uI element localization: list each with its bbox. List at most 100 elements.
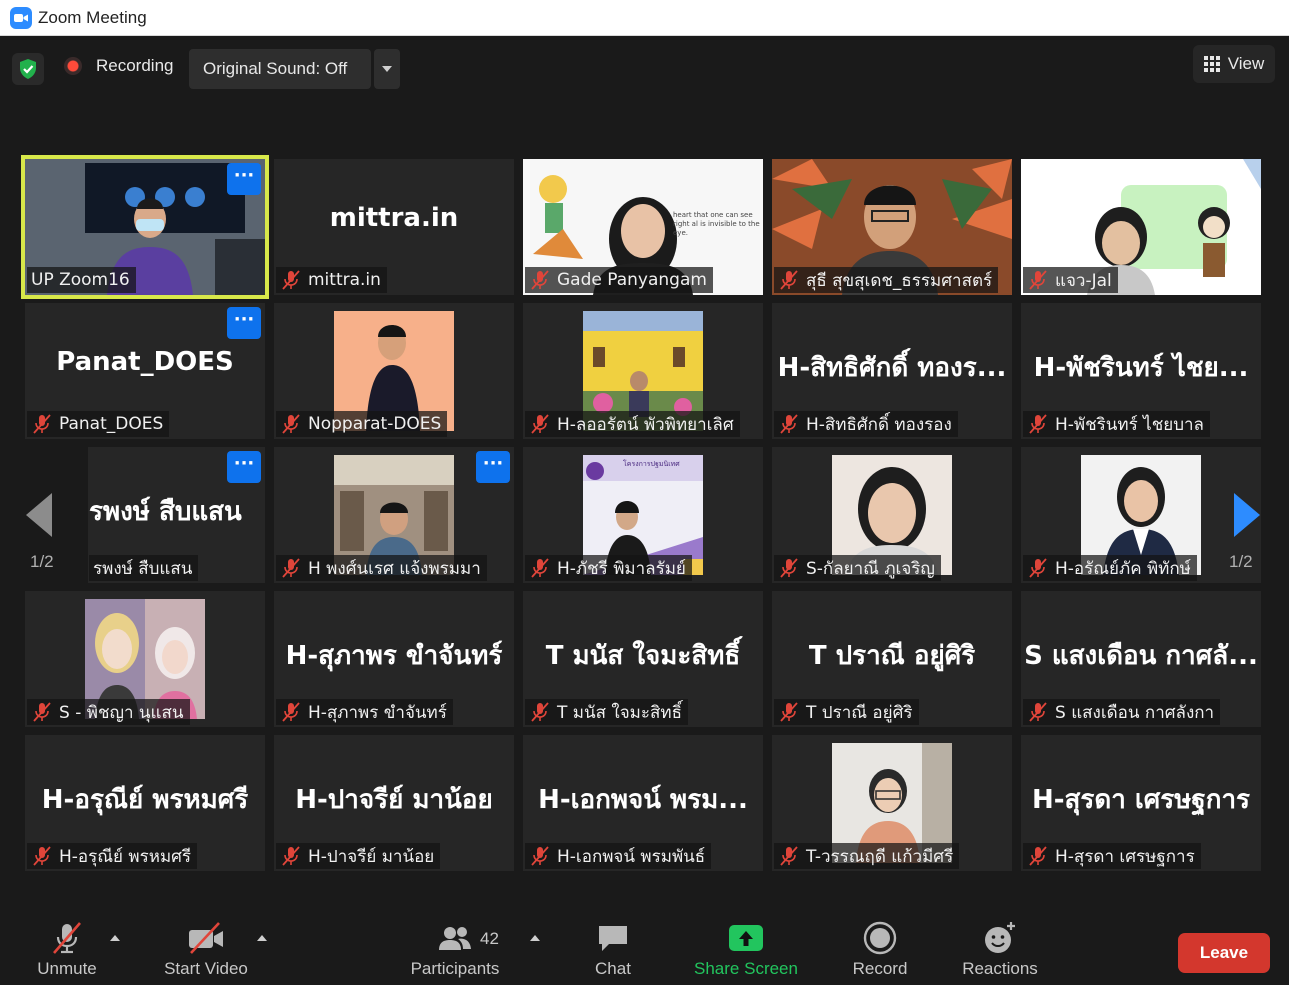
participant-tile[interactable]: H-สุภาพร ขำจันทร์ H-สุภาพร ขำจันทร์ xyxy=(274,591,514,727)
participant-name: S-กัลยาณี ภูเจริญ xyxy=(806,558,935,579)
encryption-shield-icon[interactable] xyxy=(12,53,44,85)
reactions-smiley-icon xyxy=(982,917,1018,959)
unmute-button[interactable]: Unmute xyxy=(30,917,104,985)
participant-name: H-เอกพจน์ พรมพันธ์ xyxy=(557,846,706,867)
participant-nameplate: รพงษ์ สืบแสน xyxy=(89,555,199,581)
share-screen-button[interactable]: Share Screen xyxy=(690,917,802,985)
participant-nameplate: H-อรุณีย์ พรหมศรี xyxy=(27,843,198,869)
participant-display-name: T ปราณี อยู่ศิริ xyxy=(808,641,976,671)
participant-tile[interactable]: H-ปาจรีย์ มาน้อย H-ปาจรีย์ มาน้อย xyxy=(274,735,514,871)
participant-tile[interactable]: mittra.in mittra.in xyxy=(274,159,514,295)
participant-nameplate: H-เอกพจน์ พรมพันธ์ xyxy=(525,843,712,869)
participant-name: T ปราณี อยู่ศิริ xyxy=(806,702,913,723)
participant-tile[interactable]: T มนัส ใจมะสิทธิ์ T มนัส ใจมะสิทธิ์ xyxy=(523,591,763,727)
participant-name: H-สิทธิศักดิ์ ทองรอง xyxy=(806,414,952,435)
meeting-topbar: Recording Original Sound: Off View xyxy=(0,37,1289,107)
participant-name: T มนัส ใจมะสิทธิ์ xyxy=(557,702,682,723)
muted-microphone-icon xyxy=(1027,270,1049,290)
participant-tile[interactable]: S-กัลยาณี ภูเจริญ xyxy=(772,447,1012,583)
reactions-button[interactable]: Reactions xyxy=(957,917,1043,985)
muted-microphone-icon xyxy=(31,846,53,866)
previous-page-arrow-icon[interactable] xyxy=(26,493,52,537)
meeting-toolbar: Unmute Start Video Participants 42 Chat xyxy=(0,917,1289,985)
more-options-icon[interactable]: ··· xyxy=(476,451,510,483)
participant-name: H พงศ์นเรศ แจ้งพรมมา xyxy=(308,558,481,579)
participants-icon xyxy=(435,917,475,959)
participant-name: สุธี สุขสุเดช_ธรรมศาสตร์ xyxy=(806,270,993,291)
participant-tile[interactable]: heart that one can see right al is invis… xyxy=(523,159,763,295)
participant-tile[interactable]: S แสงเดือน กาศลั... S แสงเดือน กาศลังกา xyxy=(1021,591,1261,727)
participant-nameplate: H-พัชรินทร์ ไชยบาล xyxy=(1023,411,1210,437)
original-sound-dropdown[interactable] xyxy=(374,49,400,89)
audio-options-caret-icon[interactable] xyxy=(110,935,120,941)
participant-display-name: S แสงเดือน กาศลั... xyxy=(1024,641,1258,671)
participant-tile[interactable]: S - พิชญา นุแสน xyxy=(25,591,265,727)
muted-microphone-icon xyxy=(778,414,800,434)
participant-name: H-ภัชรี พิมาลรัมย์ xyxy=(557,558,686,579)
participant-tile[interactable]: H-สิทธิศักดิ์ ทองร... H-สิทธิศักดิ์ ทองรอ… xyxy=(772,303,1012,439)
next-page-arrow-icon[interactable] xyxy=(1234,493,1260,537)
muted-microphone-icon xyxy=(1027,558,1049,578)
participant-display-name: H-สุภาพร ขำจันทร์ xyxy=(285,641,503,671)
leave-button[interactable]: Leave xyxy=(1178,933,1270,973)
participant-nameplate: UP Zoom16 xyxy=(27,267,136,293)
participant-tile[interactable]: แจว-Jal xyxy=(1021,159,1261,295)
chat-button[interactable]: Chat xyxy=(588,917,638,985)
recording-indicator[interactable]: Recording xyxy=(64,56,174,76)
participant-tile[interactable]: H-สุรดา เศรษฐการ H-สุรดา เศรษฐการ xyxy=(1021,735,1261,871)
muted-microphone-icon xyxy=(1027,702,1049,722)
participant-tile[interactable]: Nopparat-DOES xyxy=(274,303,514,439)
start-video-button[interactable]: Start Video xyxy=(156,917,256,985)
view-button[interactable]: View xyxy=(1193,45,1275,83)
participant-tile[interactable]: H-อรุณีย์ พรหมศรี H-อรุณีย์ พรหมศรี xyxy=(25,735,265,871)
chat-label: Chat xyxy=(595,959,631,978)
participant-tile[interactable]: H-ลออรัตน์ พัวพิทยาเลิศ xyxy=(523,303,763,439)
participant-tile[interactable]: Panat_DOES Panat_DOES ··· xyxy=(25,303,265,439)
participant-display-name: mittra.in xyxy=(329,203,459,233)
original-sound-button[interactable]: Original Sound: Off xyxy=(189,49,371,89)
participant-nameplate: H-สุภาพร ขำจันทร์ xyxy=(276,699,453,725)
participant-display-name: H-ปาจรีย์ มาน้อย xyxy=(295,785,493,815)
participant-display-name: H-เอกพจน์ พรม... xyxy=(538,785,748,815)
participant-tile[interactable]: UP Zoom16 ··· xyxy=(21,155,269,299)
microphone-muted-icon xyxy=(49,917,85,959)
participant-tile[interactable]: โครงการปฐมนิเทศ H-ภัชรี พิมาลรัมย์ xyxy=(523,447,763,583)
participant-tile[interactable]: H-เอกพจน์ พรม... H-เอกพจน์ พรมพันธ์ xyxy=(523,735,763,871)
muted-microphone-icon xyxy=(778,558,800,578)
participants-options-caret-icon[interactable] xyxy=(530,935,540,941)
muted-microphone-icon xyxy=(778,270,800,290)
participant-name: UP Zoom16 xyxy=(31,270,130,290)
participant-nameplate: สุธี สุขสุเดช_ธรรมศาสตร์ xyxy=(774,267,999,293)
participant-nameplate: S แสงเดือน กาศลังกา xyxy=(1023,699,1221,725)
participant-tile[interactable]: T ปราณี อยู่ศิริ T ปราณี อยู่ศิริ xyxy=(772,591,1012,727)
participant-display-name: H-สิทธิศักดิ์ ทองร... xyxy=(777,353,1007,383)
unmute-label: Unmute xyxy=(37,959,97,978)
muted-microphone-icon xyxy=(280,702,302,722)
more-options-icon[interactable]: ··· xyxy=(227,163,261,195)
participant-display-name: Panat_DOES xyxy=(56,347,234,377)
participant-nameplate: S - พิชญา นุแสน xyxy=(27,699,190,725)
more-options-icon[interactable]: ··· xyxy=(227,451,261,483)
participants-label: Participants xyxy=(410,959,500,978)
participant-tile[interactable]: สุธี สุขสุเดช_ธรรมศาสตร์ xyxy=(772,159,1012,295)
participant-tile[interactable]: H-พัชรินทร์ ไชย... H-พัชรินทร์ ไชยบาล xyxy=(1021,303,1261,439)
participant-nameplate: H-ลออรัตน์ พัวพิทยาเลิศ xyxy=(525,411,740,437)
view-label: View xyxy=(1227,54,1265,73)
participant-nameplate: H-อรัณย์ภัค พิทักษ์ xyxy=(1023,555,1197,581)
more-options-icon[interactable]: ··· xyxy=(227,307,261,339)
participants-button[interactable]: Participants xyxy=(404,917,506,985)
muted-microphone-icon xyxy=(529,846,551,866)
participant-tile[interactable]: H พงศ์นเรศ แจ้งพรมมา ··· xyxy=(274,447,514,583)
muted-microphone-icon xyxy=(1027,414,1049,434)
participant-tile[interactable]: T-วรรณฤดี แก้วมีศรี xyxy=(772,735,1012,871)
record-button[interactable]: Record xyxy=(848,917,912,985)
reactions-label: Reactions xyxy=(962,959,1038,978)
meeting-area: Recording Original Sound: Off View UP Zo… xyxy=(0,37,1289,985)
window-titlebar: Zoom Meeting xyxy=(0,0,1289,36)
participant-nameplate: mittra.in xyxy=(276,267,387,293)
page-indicator-right: 1/2 xyxy=(1229,552,1253,571)
muted-microphone-icon xyxy=(778,846,800,866)
participant-tile[interactable]: H-อรัณย์ภัค พิทักษ์ xyxy=(1021,447,1261,583)
participant-nameplate: T มนัส ใจมะสิทธิ์ xyxy=(525,699,688,725)
video-options-caret-icon[interactable] xyxy=(257,935,267,941)
